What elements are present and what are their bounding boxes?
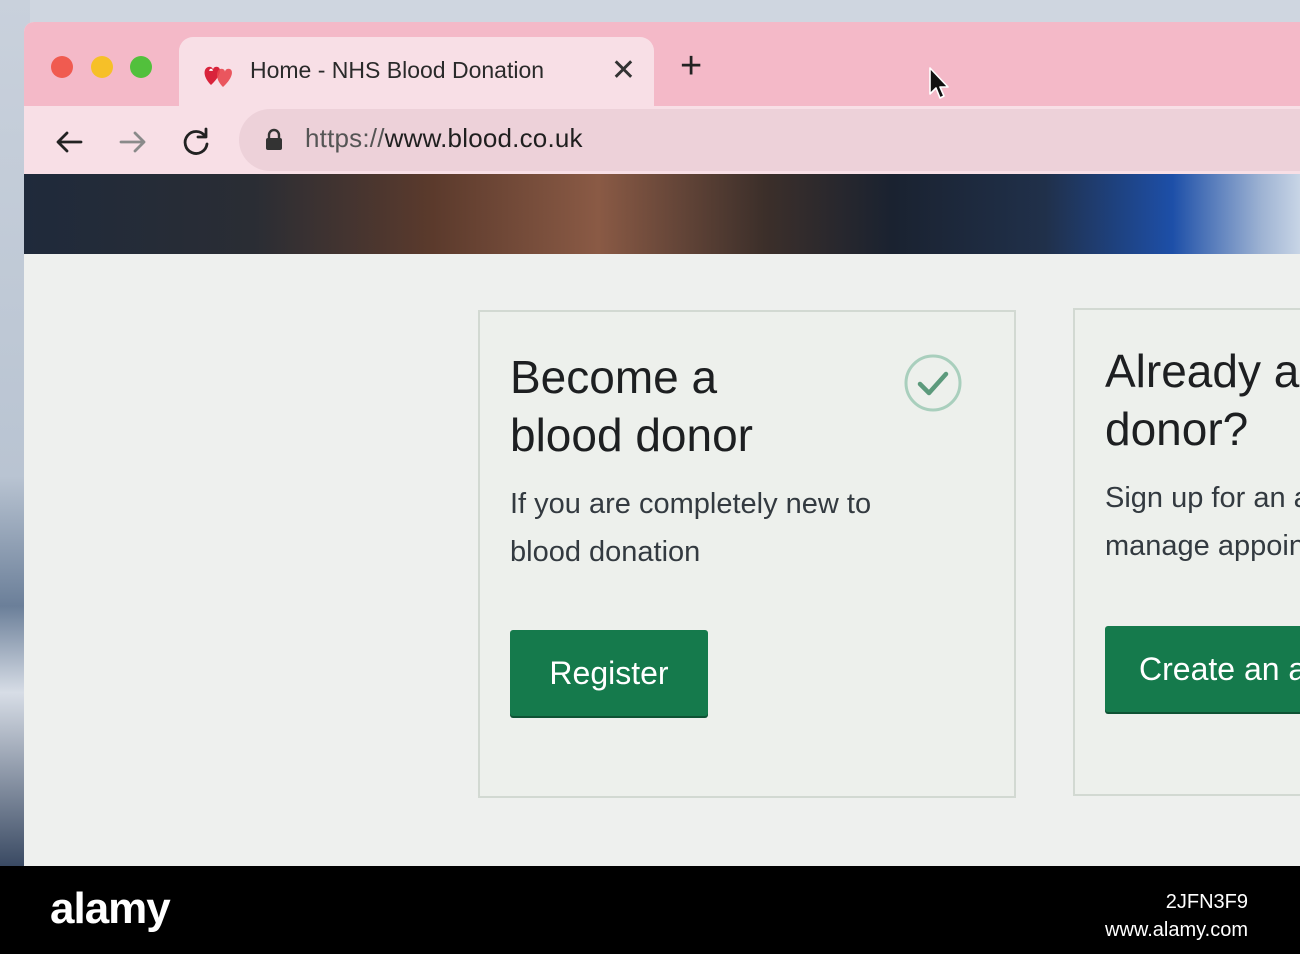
browser-window: Home - NHS Blood Donation ✕ + https://ww… [24, 22, 1300, 866]
nhs-blood-hearts-icon [204, 66, 232, 87]
create-account-button[interactable]: Create an account [1105, 626, 1300, 712]
watermark-id: 2JFN3F9 www.alamy.com [1105, 888, 1248, 944]
hero-image [24, 174, 1300, 254]
url-text: https://www.blood.co.uk [305, 123, 583, 154]
existing-donor-card: Already adonor? Sign up for an account t… [1073, 308, 1300, 796]
tab-strip: Home - NHS Blood Donation ✕ + [24, 22, 1300, 107]
mouse-cursor-icon [929, 67, 949, 99]
tab-title: Home - NHS Blood Donation [250, 57, 545, 83]
arrow-right-icon[interactable] [115, 124, 151, 160]
address-bar[interactable]: https://www.blood.co.uk [239, 109, 1300, 171]
browser-toolbar: https://www.blood.co.uk [24, 106, 1300, 178]
reload-icon[interactable] [178, 124, 214, 160]
card-description: Sign up for an account tomanage appointm… [1105, 482, 1300, 562]
card-title: Become a blood donor [510, 351, 753, 461]
new-tab-button[interactable]: + [680, 46, 702, 86]
lock-icon[interactable] [263, 128, 285, 152]
image-id: 2JFN3F9 [1165, 891, 1248, 913]
card-title: Already a donor? [1105, 345, 1300, 455]
tab-home[interactable]: Home - NHS Blood Donation ✕ [179, 37, 654, 107]
arrow-left-icon[interactable] [51, 124, 87, 160]
register-button[interactable]: Register [510, 630, 708, 716]
close-tab-icon[interactable]: ✕ [611, 51, 636, 91]
check-circle-icon [904, 354, 962, 412]
maximize-window-button[interactable] [130, 56, 152, 78]
minimize-window-button[interactable] [91, 56, 113, 78]
url-scheme: https:// [305, 123, 385, 153]
watermark-site: www.alamy.com [1105, 919, 1248, 941]
page-content: Become a blood donor If you are complete… [24, 254, 1300, 866]
url-host: www.blood.co.uk [384, 123, 583, 153]
watermark-bar: alamy 2JFN3F9 www.alamy.com [0, 866, 1300, 954]
alamy-logo: alamy [50, 884, 171, 933]
close-window-button[interactable] [51, 56, 73, 78]
card-description: If you are completely new to blood donat… [510, 488, 872, 568]
new-donor-card: Become a blood donor If you are complete… [478, 310, 1016, 798]
